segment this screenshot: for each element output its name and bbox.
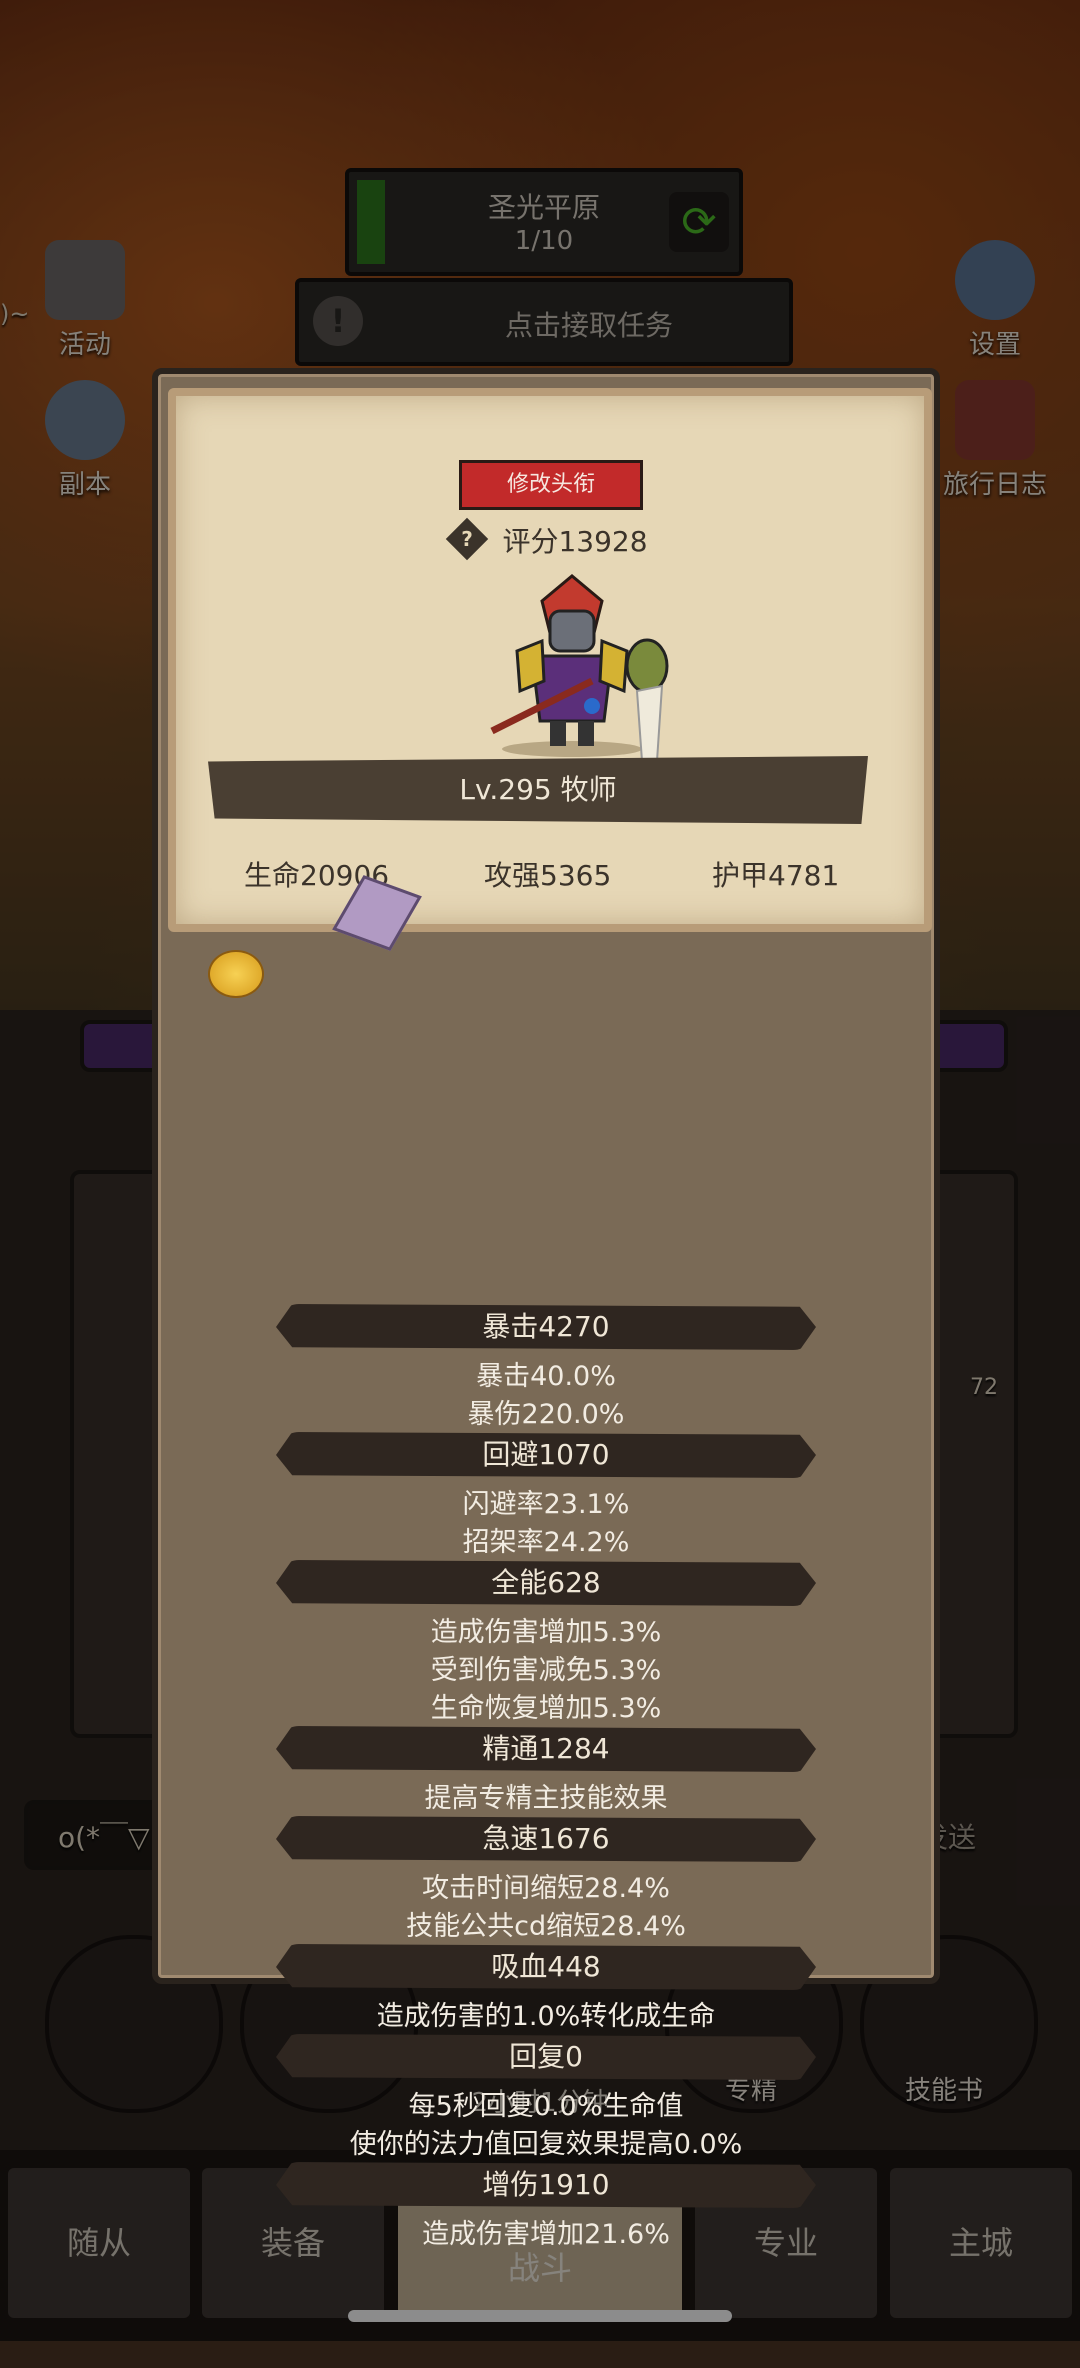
coin-icon: [208, 950, 264, 998]
profile-card: 修改头衔 ? 评分13928 Lv.295 牧师 生命20906 攻强5365 护…: [168, 388, 932, 932]
stat-line: 使你的法力值回复效果提高0.0%: [349, 2129, 743, 2160]
stat-line: 招架率24.2%: [462, 1527, 630, 1558]
stat-header-haste: 急速1676: [276, 1816, 816, 1862]
stat-header-leech: 吸血448: [276, 1944, 816, 1990]
stat-header-avoidance: 回避1070: [276, 1432, 816, 1478]
stat-line: 造成伤害的1.0%转化成生命: [376, 2001, 716, 2032]
stat-header-versatility: 全能628: [276, 1560, 816, 1606]
score-text: 评分13928: [502, 525, 648, 558]
hero-avatar: [490, 574, 669, 761]
stat-line: 攻击时间缩短28.4%: [422, 1873, 670, 1904]
stat-header-crit: 暴击4270: [276, 1304, 816, 1350]
stat-line: 造成伤害增加21.6%: [422, 2219, 670, 2250]
attack-stat: 攻强5365: [484, 859, 612, 892]
stat-line: 受到伤害减免5.3%: [430, 1655, 662, 1686]
score-row: ? 评分13928: [176, 517, 924, 561]
stat-line: 造成伤害增加5.3%: [430, 1617, 662, 1648]
stat-header-damage-increase: 增伤1910: [276, 2162, 816, 2208]
edit-title-button[interactable]: 修改头衔: [459, 460, 643, 510]
character-stats-modal: 修改头衔 ? 评分13928 Lv.295 牧师 生命20906 攻强5365 护…: [152, 368, 940, 2250]
stat-line: 暴伤220.0%: [467, 1399, 625, 1430]
stat-line: 每5秒回复0.0%生命值: [408, 2091, 684, 2122]
armor-stat: 护甲4781: [712, 859, 840, 892]
stat-line: 生命恢复增加5.3%: [430, 1693, 662, 1724]
stat-line: 闪避率23.1%: [462, 1489, 630, 1520]
level-class-bar: Lv.295 牧师: [208, 756, 868, 824]
stat-header-regen: 回复0: [276, 2034, 816, 2080]
stat-line: 暴击40.0%: [476, 1361, 616, 1392]
stat-line: 提高专精主技能效果: [424, 1783, 668, 1814]
stat-line: 技能公共cd缩短28.4%: [406, 1911, 686, 1942]
help-icon[interactable]: ?: [446, 517, 489, 561]
stat-header-mastery: 精通1284: [276, 1726, 816, 1772]
